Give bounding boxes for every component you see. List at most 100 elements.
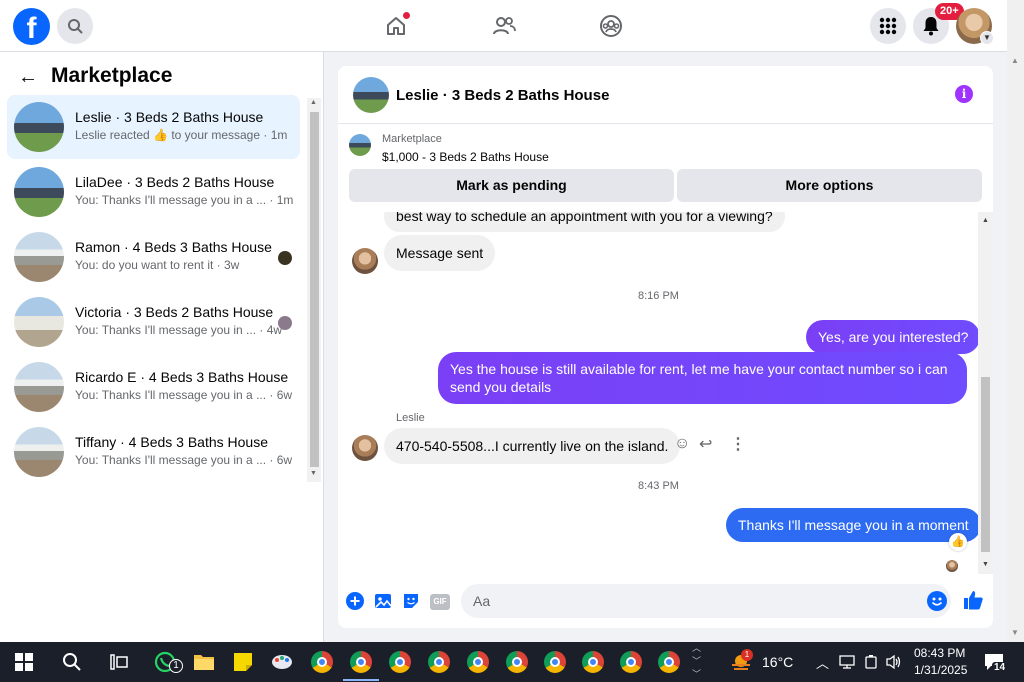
sidebar-scrollbar[interactable]: ▲ ▼ — [307, 98, 321, 482]
message-list: best way to schedule an appointment with… — [338, 212, 978, 574]
conversation-preview: You: Thanks I'll message you in a ... · … — [75, 388, 293, 402]
timestamp: 8:43 PM — [638, 480, 679, 492]
scroll-down-arrow-icon[interactable]: ▼ — [1011, 628, 1019, 637]
thumbs-up-reaction-icon[interactable]: 👍 — [949, 533, 967, 551]
scroll-down-arrow-icon[interactable]: ▼ — [310, 470, 317, 477]
menu-button[interactable] — [870, 8, 906, 44]
scrollbar-thumb[interactable] — [981, 377, 990, 552]
chrome-profile-icon[interactable] — [543, 650, 567, 674]
page-scrollbar[interactable]: ▲ ▼ — [1007, 0, 1024, 642]
scroll-up-arrow-icon[interactable]: ▲ — [982, 217, 989, 224]
scrollbar-thumb[interactable] — [310, 112, 319, 467]
info-icon[interactable]: i — [955, 85, 973, 103]
seen-avatar — [278, 316, 292, 330]
react-emoji-icon[interactable]: ☺ — [674, 435, 690, 453]
taskbar-overflow-chevrons-icon[interactable]: ︿ ﹀ ﹀ — [692, 642, 701, 681]
incoming-message[interactable]: 470-540-5508...I currently live on the i… — [384, 428, 681, 464]
listing-thumbnail — [14, 167, 64, 217]
friends-tab[interactable] — [488, 10, 520, 42]
outgoing-message[interactable]: Thanks I'll message you in a moment — [726, 508, 978, 542]
outgoing-message[interactable]: Yes the house is still available for ren… — [438, 352, 967, 404]
listing-thumbnail — [14, 427, 64, 477]
chrome-profile-icon[interactable] — [310, 650, 334, 674]
conversation-item[interactable]: Leslie · 3 Beds 2 Baths House Leslie rea… — [7, 95, 300, 159]
conversation-name: LilaDee · 3 Beds 2 Baths House — [75, 174, 275, 190]
like-button-icon[interactable] — [962, 589, 984, 617]
listing-summary: Marketplace $1,000 - 3 Beds 2 Baths Hous… — [338, 125, 993, 212]
conversation-item[interactable]: Tiffany · 4 Beds 3 Baths House You: Than… — [7, 420, 300, 484]
sticker-icon[interactable] — [401, 592, 421, 612]
task-view-icon[interactable] — [107, 650, 131, 674]
listing-category: Marketplace — [382, 133, 442, 145]
conversation-item[interactable]: LilaDee · 3 Beds 2 Baths House You: Than… — [7, 160, 300, 224]
search-icon[interactable] — [60, 650, 84, 674]
chrome-profile-icon[interactable] — [581, 650, 605, 674]
weather-temperature[interactable]: 16°C — [762, 654, 793, 670]
timestamp: 8:16 PM — [638, 290, 679, 302]
chrome-profile-icon[interactable] — [619, 650, 643, 674]
conversation-name: Leslie · 3 Beds 2 Baths House — [75, 109, 264, 125]
sender-avatar[interactable] — [352, 435, 378, 461]
sender-avatar[interactable] — [352, 248, 378, 274]
more-actions-icon[interactable]: ⋮ — [730, 434, 746, 454]
chat-scrollbar[interactable]: ▲ ▼ — [978, 212, 993, 574]
gif-icon[interactable]: GIF — [430, 594, 450, 610]
whatsapp-badge: 1 — [169, 659, 183, 673]
network-icon[interactable] — [835, 650, 859, 674]
mark-as-pending-button[interactable]: Mark as pending — [349, 169, 674, 202]
sticky-notes-icon[interactable] — [231, 650, 255, 674]
battery-icon[interactable] — [859, 650, 883, 674]
listing-price[interactable]: $1,000 - 3 Beds 2 Baths House — [382, 150, 549, 164]
listing-thumbnail — [14, 297, 64, 347]
chrome-profile-icon[interactable] — [388, 650, 412, 674]
conversation-preview: Leslie reacted 👍 to your message · 1m — [75, 128, 288, 142]
search-button[interactable] — [57, 8, 93, 44]
emoji-icon[interactable] — [927, 591, 947, 611]
windows-start-icon[interactable] — [12, 650, 36, 674]
groups-icon — [600, 15, 622, 37]
scroll-up-arrow-icon[interactable]: ▲ — [310, 99, 317, 106]
file-explorer-icon[interactable] — [192, 650, 216, 674]
clock-date[interactable]: 1/31/2025 — [914, 663, 967, 677]
volume-icon[interactable] — [882, 650, 906, 674]
chrome-profile-icon[interactable] — [505, 650, 529, 674]
more-options-button[interactable]: More options — [677, 169, 982, 202]
scroll-up-arrow-icon[interactable]: ▲ — [1011, 56, 1019, 65]
chrome-profile-icon[interactable] — [657, 650, 681, 674]
windows-taskbar: 1 ︿ ﹀ ﹀ 1 16°C ︿ 08:43 PM 1/31/2025 14 — [0, 642, 1024, 682]
chevron-up-icon[interactable]: ︿ — [816, 653, 829, 672]
back-arrow-icon[interactable]: ← — [18, 66, 38, 89]
chat-title[interactable]: Leslie · 3 Beds 2 Baths House — [396, 87, 609, 104]
chrome-profile-icon[interactable] — [427, 650, 451, 674]
conversation-preview: You: Thanks I'll message you in a ... · … — [75, 193, 294, 207]
chevron-down-icon[interactable]: ▼ — [980, 31, 994, 45]
home-tab[interactable] — [380, 10, 412, 42]
marketplace-sidebar: ← Marketplace Leslie · 3 Beds 2 Baths Ho… — [0, 52, 324, 642]
bell-icon — [923, 17, 939, 36]
listing-thumbnail[interactable] — [349, 134, 371, 156]
paint-app-icon[interactable] — [270, 650, 294, 674]
conversation-name: Victoria · 3 Beds 2 Baths House — [75, 304, 274, 320]
active-app-indicator — [343, 679, 379, 681]
outgoing-message[interactable]: Yes, are you interested? — [806, 320, 978, 354]
conversation-name: Ricardo E · 4 Beds 3 Baths House — [75, 369, 289, 385]
reply-icon[interactable]: ↩ — [699, 434, 712, 454]
conversation-item[interactable]: Victoria · 3 Beds 2 Baths House You: Tha… — [7, 290, 300, 354]
grid-menu-icon — [879, 17, 897, 35]
chrome-profile-icon[interactable] — [466, 650, 490, 674]
add-actions-icon[interactable] — [345, 592, 365, 612]
photo-icon[interactable] — [373, 592, 393, 612]
groups-tab[interactable] — [595, 10, 627, 42]
chat-thumbnail[interactable] — [353, 77, 389, 113]
conversation-item[interactable]: Ramon · 4 Beds 3 Baths House You: do you… — [7, 225, 300, 289]
message-input[interactable] — [461, 584, 951, 618]
scroll-down-arrow-icon[interactable]: ▼ — [982, 561, 989, 568]
chrome-profile-icon[interactable] — [349, 650, 373, 674]
incoming-message[interactable]: best way to schedule an appointment with… — [384, 212, 785, 232]
chat-panel: Leslie · 3 Beds 2 Baths House i Marketpl… — [338, 66, 993, 628]
clock-time[interactable]: 08:43 PM — [914, 646, 965, 660]
incoming-message[interactable]: Message sent — [384, 235, 496, 271]
facebook-logo[interactable]: f — [13, 8, 50, 45]
sidebar-title: Marketplace — [51, 64, 173, 87]
conversation-item[interactable]: Ricardo E · 4 Beds 3 Baths House You: Th… — [7, 355, 300, 419]
